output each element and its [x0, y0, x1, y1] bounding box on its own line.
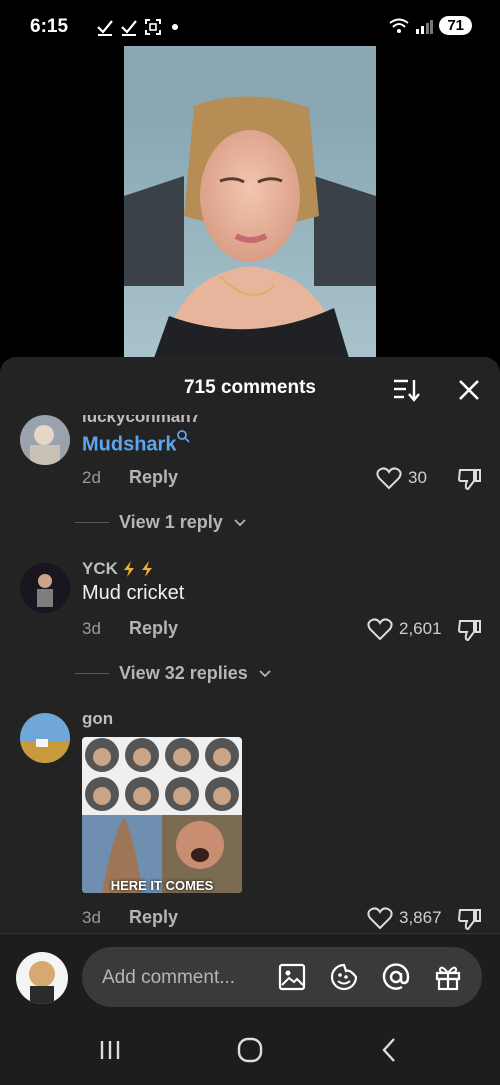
comments-count: 715 comments — [183, 377, 316, 398]
comment-text: Mudshark — [82, 429, 191, 457]
close-icon[interactable] — [456, 377, 482, 403]
image-icon[interactable] — [278, 963, 306, 991]
dislike-icon[interactable] — [457, 618, 483, 642]
view-replies-label: View 32 replies — [119, 663, 248, 683]
view-replies-button[interactable]: View 1 reply — [75, 512, 247, 533]
video-player[interactable] — [124, 46, 376, 358]
comment-text: Mud cricket — [82, 582, 185, 604]
video-frame — [124, 46, 376, 358]
avatar-image — [20, 713, 70, 763]
comment-username: YCK — [82, 559, 118, 578]
like-count: 3,867 — [399, 908, 442, 927]
dislike-icon[interactable] — [457, 907, 483, 931]
view-replies-button[interactable]: View 32 replies — [75, 663, 272, 684]
like-count: 2,601 — [399, 619, 442, 638]
signal-icon — [416, 19, 434, 34]
check-icon — [121, 20, 137, 36]
check-icon — [97, 20, 113, 36]
comment-age: 2d — [82, 468, 101, 487]
dislike-icon[interactable] — [457, 467, 483, 491]
like-button[interactable]: 3,867 — [367, 906, 442, 930]
heart-icon — [367, 907, 393, 930]
search-icon — [177, 430, 191, 443]
heart-icon — [376, 467, 402, 490]
home-icon[interactable] — [236, 1036, 264, 1064]
heart-icon — [367, 618, 393, 641]
avatar-image — [16, 952, 68, 1004]
search-link[interactable]: Mudshark — [82, 434, 176, 456]
comment-username[interactable]: gon — [82, 709, 113, 729]
comment-age: 3d — [82, 619, 101, 638]
battery-indicator: 71 — [439, 16, 472, 35]
gif-image — [82, 737, 242, 893]
comment-username-row[interactable]: YCK — [82, 559, 154, 579]
comment-username[interactable]: luckyconman7 — [82, 415, 200, 427]
reply-button[interactable]: Reply — [129, 467, 178, 488]
like-button[interactable]: 2,601 — [367, 617, 442, 641]
emoji-icon[interactable] — [330, 963, 358, 991]
comments-header: 715 comments — [0, 357, 500, 419]
comment-input-box[interactable] — [82, 947, 482, 1007]
avatar[interactable] — [20, 415, 70, 465]
mention-icon[interactable] — [382, 963, 410, 991]
chevron-down-icon — [234, 518, 246, 526]
comments-list[interactable]: luckyconman7 Mudshark 2d Reply 30 View 1… — [0, 415, 500, 935]
gif-caption: HERE IT COMES — [110, 878, 214, 893]
status-notification-icons — [96, 18, 178, 36]
comment-gif[interactable]: HERE IT COMES — [82, 737, 242, 893]
my-avatar[interactable] — [16, 952, 68, 1004]
sort-icon[interactable] — [392, 377, 420, 403]
like-button[interactable]: 30 — [376, 466, 427, 490]
avatar[interactable] — [20, 713, 70, 763]
notification-dot — [172, 24, 178, 30]
avatar-image — [20, 563, 70, 613]
divider-line — [75, 522, 109, 523]
wifi-icon — [389, 18, 409, 33]
lightning-icon — [141, 561, 152, 577]
comment-age: 3d — [82, 908, 101, 927]
back-icon[interactable] — [376, 1036, 404, 1064]
lightning-icon — [123, 561, 134, 577]
system-nav-bar — [0, 1020, 500, 1084]
divider-line — [75, 673, 109, 674]
view-replies-label: View 1 reply — [119, 512, 223, 532]
chevron-down-icon — [259, 669, 271, 677]
screenshot-icon — [145, 19, 161, 35]
reply-button[interactable]: Reply — [129, 907, 178, 928]
recent-apps-icon[interactable] — [96, 1036, 124, 1064]
gift-icon[interactable] — [434, 963, 462, 991]
status-right: 71 — [389, 16, 472, 35]
like-count: 30 — [408, 468, 427, 487]
avatar-image — [20, 415, 70, 465]
comment-input[interactable] — [100, 959, 264, 997]
reply-button[interactable]: Reply — [129, 618, 178, 639]
avatar[interactable] — [20, 563, 70, 613]
status-time: 6:15 — [30, 16, 69, 37]
